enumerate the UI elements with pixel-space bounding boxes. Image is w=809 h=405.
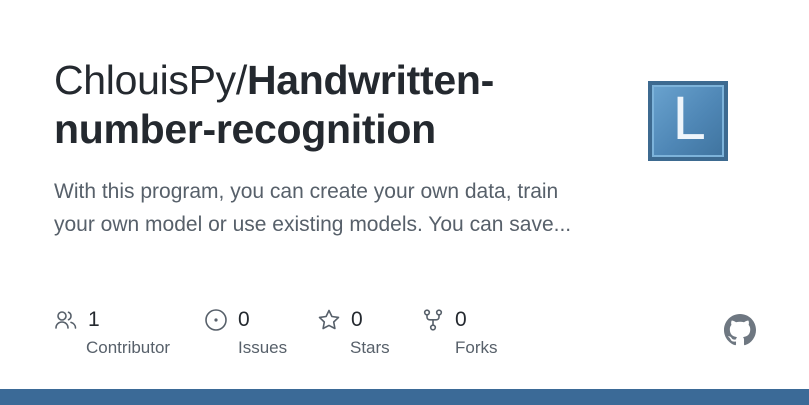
forks-label: Forks: [455, 338, 498, 357]
contributors-count: 1: [88, 308, 100, 331]
github-mark-icon[interactable]: [724, 314, 756, 346]
brand-color-bar: [0, 389, 809, 405]
repo-description: With this program, you can create your o…: [54, 180, 572, 236]
forks-stat[interactable]: 0 Forks: [421, 306, 498, 362]
stars-stat[interactable]: 0 Stars: [317, 306, 390, 362]
star-icon: [318, 309, 340, 330]
stars-label: Stars: [350, 338, 390, 357]
social-preview-card: ChlouisPy/Handwritten-number-recognition…: [0, 0, 809, 405]
repo-forked-icon: [423, 309, 443, 331]
issues-label: Issues: [238, 338, 288, 357]
issues-stat[interactable]: 0 Issues: [204, 306, 287, 362]
people-icon: [55, 311, 77, 329]
contributors-stat[interactable]: 1 Contributor: [54, 306, 170, 362]
avatar-letter: L: [671, 85, 705, 153]
stars-count: 0: [351, 308, 363, 331]
owner-avatar[interactable]: L: [648, 81, 728, 161]
forks-count: 0: [455, 308, 467, 331]
repo-title[interactable]: ChlouisPy/Handwritten-number-recognition: [54, 56, 614, 154]
issues-count: 0: [238, 308, 250, 331]
contributors-label: Contributor: [86, 338, 171, 357]
repo-owner[interactable]: ChlouisPy/: [54, 57, 247, 103]
issue-opened-icon: [205, 309, 227, 331]
